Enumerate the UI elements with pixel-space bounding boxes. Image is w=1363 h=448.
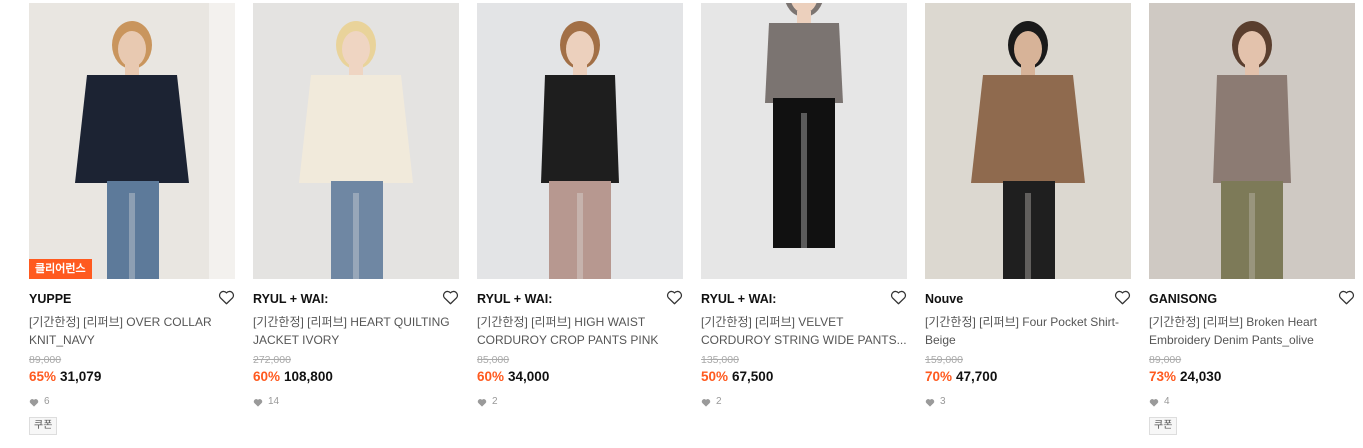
discount-rate: 60% <box>253 369 281 384</box>
sale-price: 47,700 <box>956 369 998 384</box>
heart-icon[interactable] <box>1114 289 1131 305</box>
heart-icon[interactable] <box>1338 289 1355 305</box>
sale-price: 24,030 <box>1180 369 1222 384</box>
original-price: 89,000 <box>29 354 62 366</box>
product-title[interactable]: [기간한정] [리퍼브] VELVET CORDUROY STRING WIDE… <box>701 313 907 349</box>
brand-name[interactable]: RYUL + WAI: <box>701 291 907 307</box>
discount-rate: 70% <box>925 369 953 384</box>
original-price: 135,000 <box>701 354 739 366</box>
discount-rate: 73% <box>1149 369 1177 384</box>
brand-name[interactable]: Nouve <box>925 291 1131 307</box>
like-count-value: 4 <box>1164 396 1170 407</box>
product-image[interactable] <box>1149 3 1355 279</box>
product-image[interactable] <box>253 3 459 279</box>
product-title[interactable]: [기간한정] [리퍼브] HEART QUILTING JACKET IVORY <box>253 313 459 349</box>
like-count-value: 6 <box>44 396 50 407</box>
product-card[interactable]: RYUL + WAI: [기간한정] [리퍼브] VELVET CORDUROY… <box>701 3 907 409</box>
original-price: 89,000 <box>1149 354 1182 366</box>
like-count-value: 3 <box>940 396 946 407</box>
heart-icon[interactable] <box>218 289 235 305</box>
brand-name[interactable]: RYUL + WAI: <box>477 291 683 307</box>
brand-name[interactable]: YUPPE <box>29 291 235 307</box>
product-title[interactable]: [기간한정] [리퍼브] HIGH WAIST CORDUROY CROP PA… <box>477 313 683 349</box>
product-title[interactable]: [기간한정] [리퍼브] Broken Heart Embroidery Den… <box>1149 313 1355 349</box>
sale-price: 67,500 <box>732 369 774 384</box>
original-price: 85,000 <box>477 354 510 366</box>
brand-name[interactable]: GANISONG <box>1149 291 1355 307</box>
product-card[interactable]: GANISONG [기간한정] [리퍼브] Broken Heart Embro… <box>1149 3 1355 435</box>
clearance-badge: 클리어런스 <box>29 259 92 279</box>
small-heart-icon <box>29 398 44 407</box>
like-count: 2 <box>701 395 907 409</box>
product-card[interactable]: RYUL + WAI: [기간한정] [리퍼브] HEART QUILTING … <box>253 3 459 409</box>
product-card[interactable]: RYUL + WAI: [기간한정] [리퍼브] HIGH WAIST CORD… <box>477 3 683 409</box>
sale-price: 34,000 <box>508 369 550 384</box>
product-image[interactable] <box>477 3 683 279</box>
brand-name[interactable]: RYUL + WAI: <box>253 291 459 307</box>
small-heart-icon <box>253 398 268 407</box>
heart-icon[interactable] <box>442 289 459 305</box>
product-title[interactable]: [기간한정] [리퍼브] OVER COLLAR KNIT_NAVY <box>29 313 235 349</box>
like-count: 2 <box>477 395 683 409</box>
product-image[interactable] <box>925 3 1131 279</box>
product-grid: 클리어런스 YUPPE [기간한정] [리퍼브] OVER COLLAR KNI… <box>0 0 1363 448</box>
small-heart-icon <box>477 398 492 407</box>
small-heart-icon <box>701 398 716 407</box>
discount-rate: 60% <box>477 369 505 384</box>
product-title[interactable]: [기간한정] [리퍼브] Four Pocket Shirt-Beige <box>925 313 1131 349</box>
like-count: 14 <box>253 395 459 409</box>
small-heart-icon <box>1149 398 1164 407</box>
like-count: 4 <box>1149 395 1355 409</box>
product-image[interactable]: 클리어런스 <box>29 3 235 279</box>
sale-price: 108,800 <box>284 369 333 384</box>
small-heart-icon <box>925 398 940 407</box>
heart-icon[interactable] <box>890 289 907 305</box>
original-price: 272,000 <box>253 354 291 366</box>
coupon-tag: 쿠폰 <box>29 417 58 435</box>
like-count: 3 <box>925 395 1131 409</box>
like-count-value: 14 <box>268 396 280 407</box>
like-count-value: 2 <box>492 396 498 407</box>
like-count-value: 2 <box>716 396 722 407</box>
product-card[interactable]: 클리어런스 YUPPE [기간한정] [리퍼브] OVER COLLAR KNI… <box>29 3 235 435</box>
product-card[interactable]: Nouve [기간한정] [리퍼브] Four Pocket Shirt-Bei… <box>925 3 1131 409</box>
sale-price: 31,079 <box>60 369 102 384</box>
discount-rate: 65% <box>29 369 57 384</box>
product-image[interactable] <box>701 3 907 279</box>
heart-icon[interactable] <box>666 289 683 305</box>
like-count: 6 <box>29 395 235 409</box>
discount-rate: 50% <box>701 369 729 384</box>
coupon-tag: 쿠폰 <box>1149 417 1178 435</box>
original-price: 159,000 <box>925 354 963 366</box>
